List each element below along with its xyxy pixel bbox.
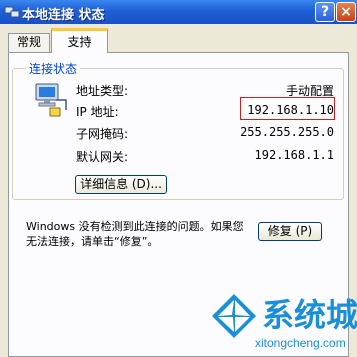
- group-title: 连接状态: [26, 60, 81, 77]
- repair-button[interactable]: 修复 (P): [258, 222, 322, 241]
- close-button[interactable]: ×: [336, 2, 356, 22]
- network-computer-icon: [35, 83, 67, 117]
- network-connection-icon: [4, 6, 20, 18]
- subnet-mask-label: 子网掩码:: [76, 127, 129, 141]
- windows-logo-icon: [212, 294, 256, 338]
- ip-highlight-box: [240, 97, 335, 120]
- tab-general[interactable]: 常规: [8, 33, 50, 52]
- help-button[interactable]: ?: [315, 2, 335, 22]
- watermark-brand: 系统城: [262, 296, 357, 334]
- default-gateway-label: 默认网关:: [76, 150, 129, 164]
- address-type-label: 地址类型:: [76, 84, 129, 98]
- default-gateway-value: 192.168.1.1: [254, 148, 334, 162]
- status-message: Windows 没有检测到此连接的问题。如果您无法连接，请单击“修复”。: [26, 220, 244, 248]
- tab-support[interactable]: 支持: [51, 28, 108, 53]
- watermark-url: xitongcheng.com: [255, 336, 346, 350]
- title-bar[interactable]: 本地连接 状态 ? ×: [0, 0, 357, 24]
- ip-address-label: IP 地址:: [76, 105, 119, 119]
- details-button[interactable]: 详细信息 (D)...: [75, 175, 167, 194]
- subnet-mask-value: 255.255.255.0: [240, 125, 334, 139]
- window-title: 本地连接 状态: [22, 8, 105, 23]
